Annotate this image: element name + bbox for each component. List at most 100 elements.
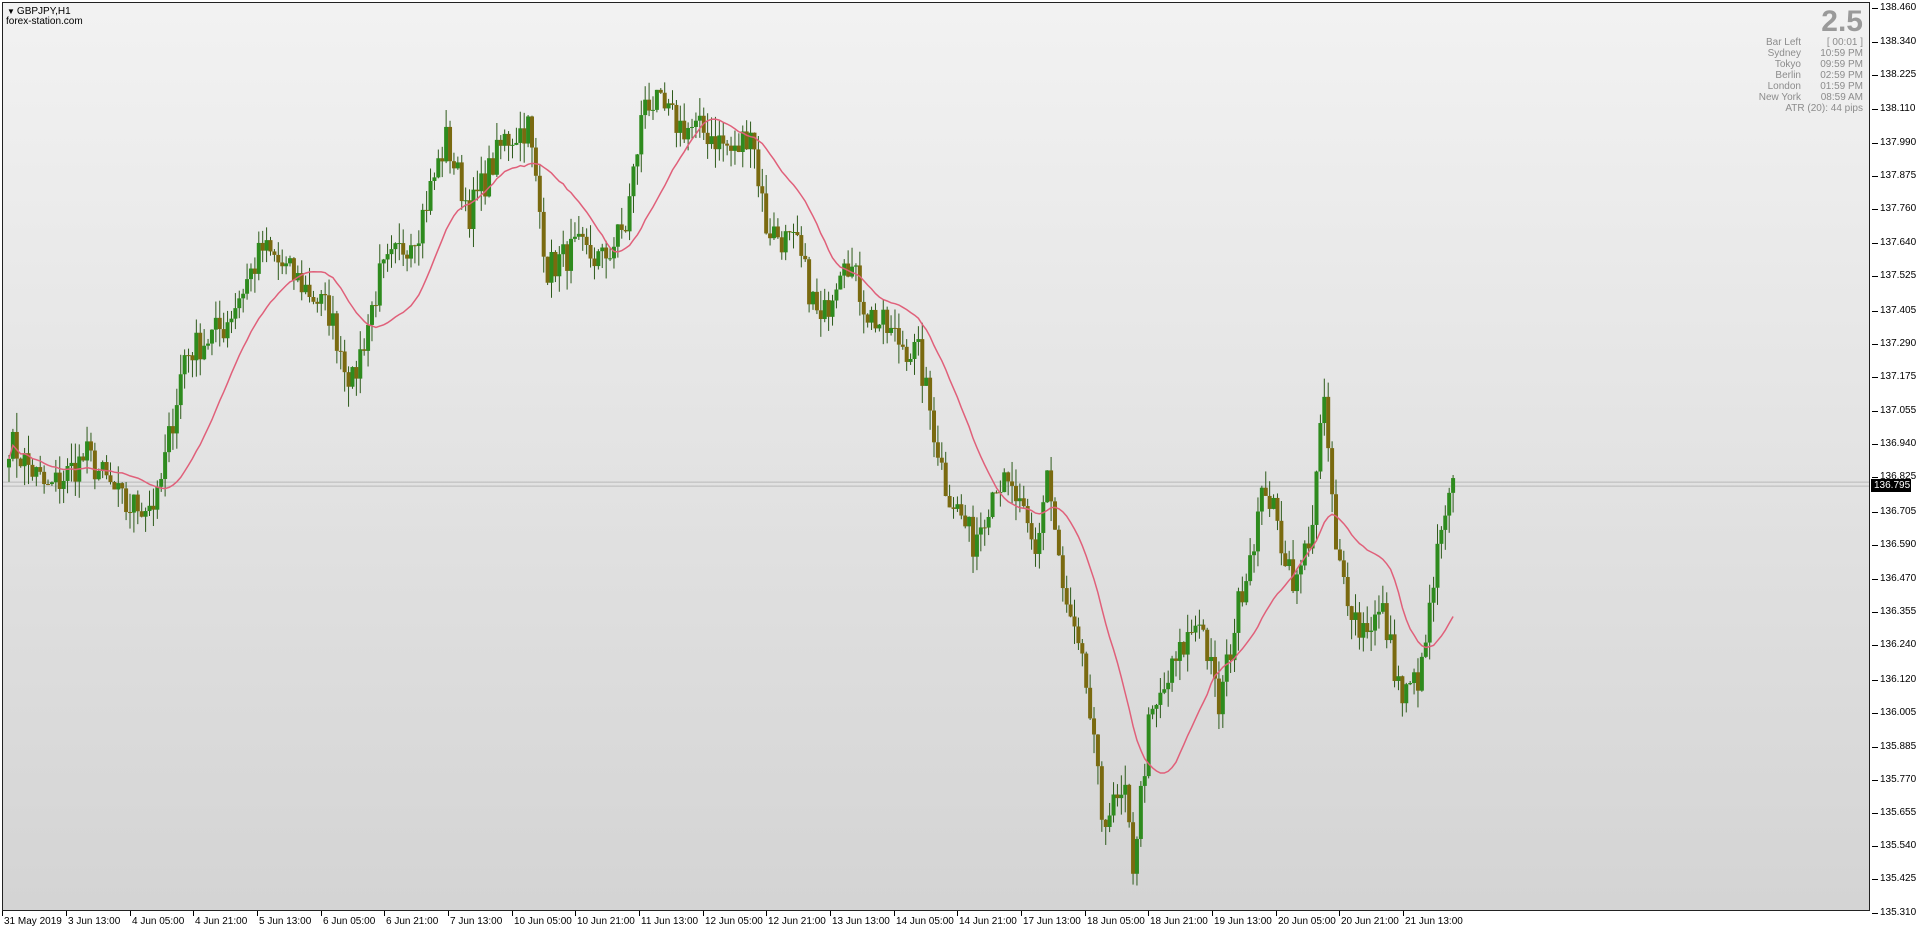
candle-body [803,255,808,260]
dropdown-triangle-icon[interactable]: ▼ [7,7,15,16]
candle [1123,765,1128,813]
candle-body [690,126,695,128]
time-tick-label: 19 Jun 13:00 [1214,916,1272,927]
info-row-value: 08:59 AM [1820,92,1863,103]
candle-body [463,200,468,202]
candle [873,303,878,333]
candle-body [756,149,761,187]
candle [1435,524,1440,605]
candle-body [658,89,663,93]
candle [795,215,800,237]
candle [377,244,382,312]
candle-body [350,367,355,387]
candle-body [783,231,788,253]
candle [81,453,86,462]
price-tick [1872,511,1878,513]
price-tick-label: 137.640 [1880,237,1916,249]
chart-area[interactable]: ▼ GBPJPY,H1 forex-station.com 2.5 Bar Lef… [2,2,1870,911]
candle-body [194,332,199,361]
candle [151,488,156,527]
candle [42,465,47,494]
candle [1271,494,1276,510]
price-tick-label: 138.340 [1880,36,1916,48]
candle [1072,599,1077,644]
price-tick [1872,276,1878,278]
candle-body [85,441,90,461]
candle [756,136,761,198]
price-tick [1872,209,1878,210]
candle-body [920,339,925,386]
candle [1412,668,1417,695]
time-tick [766,911,767,916]
time-tick [1403,911,1404,916]
candle-body [529,116,534,148]
candle-body [1400,676,1405,704]
candle [1228,644,1233,673]
candle-body [1431,587,1436,603]
price-tick-label: 136.825 [1880,471,1916,483]
candle [1294,569,1299,604]
candle [34,466,39,487]
candle-body [1185,632,1190,655]
price-tick [1872,376,1878,378]
candle [494,122,499,178]
price-tick-label: 136.005 [1880,706,1916,718]
candle [147,490,152,517]
candle-body [307,284,312,298]
candle [448,120,453,174]
time-tick-label: 20 Jun 05:00 [1278,916,1336,927]
candle-body [1216,678,1221,715]
candle [713,116,718,168]
candle [1232,618,1237,672]
candle [1287,550,1292,571]
price-tick [1872,846,1878,848]
candle [561,230,566,267]
time-tick-label: 17 Jun 13:00 [1023,916,1081,927]
candle-body [288,258,293,264]
candle-body [30,464,35,477]
candle-body [209,329,214,344]
candle-body [268,240,273,252]
candle-body [73,462,78,482]
candle-body [217,317,222,330]
candle [1127,783,1132,828]
candle-body [174,405,179,434]
time-tick-label: 6 Jun 21:00 [386,916,439,927]
candle [295,265,300,283]
candle-body [869,309,874,323]
candle [1197,609,1202,639]
candle-body [1365,623,1370,633]
candle [1166,670,1171,707]
candle [951,497,956,519]
candle [108,462,113,485]
candle-body [592,258,597,267]
candle-body [276,254,281,263]
candle [1068,587,1073,618]
candle-body [771,226,776,239]
candle-body [889,327,894,333]
candle-body [1052,501,1057,530]
candle-body [206,343,211,346]
time-tick [830,911,831,916]
candle-body [303,284,308,293]
candle-body [1388,634,1393,641]
candle [654,89,659,113]
candle [1092,707,1097,754]
candle [1439,526,1444,559]
candle [514,127,519,146]
candle [1361,612,1366,652]
candle-body [182,355,187,375]
candle [1400,675,1405,717]
candle-body [448,126,453,162]
candle-body [647,99,652,111]
time-tick-label: 10 Jun 21:00 [577,916,635,927]
candle [1146,707,1151,779]
candle [1170,655,1175,692]
time-tick-label: 12 Jun 21:00 [768,916,826,927]
candle-body [213,317,218,330]
candle-body [1349,606,1354,620]
candle [537,165,542,229]
price-plot[interactable] [3,3,1869,910]
candle [280,249,285,275]
candle [381,258,386,279]
